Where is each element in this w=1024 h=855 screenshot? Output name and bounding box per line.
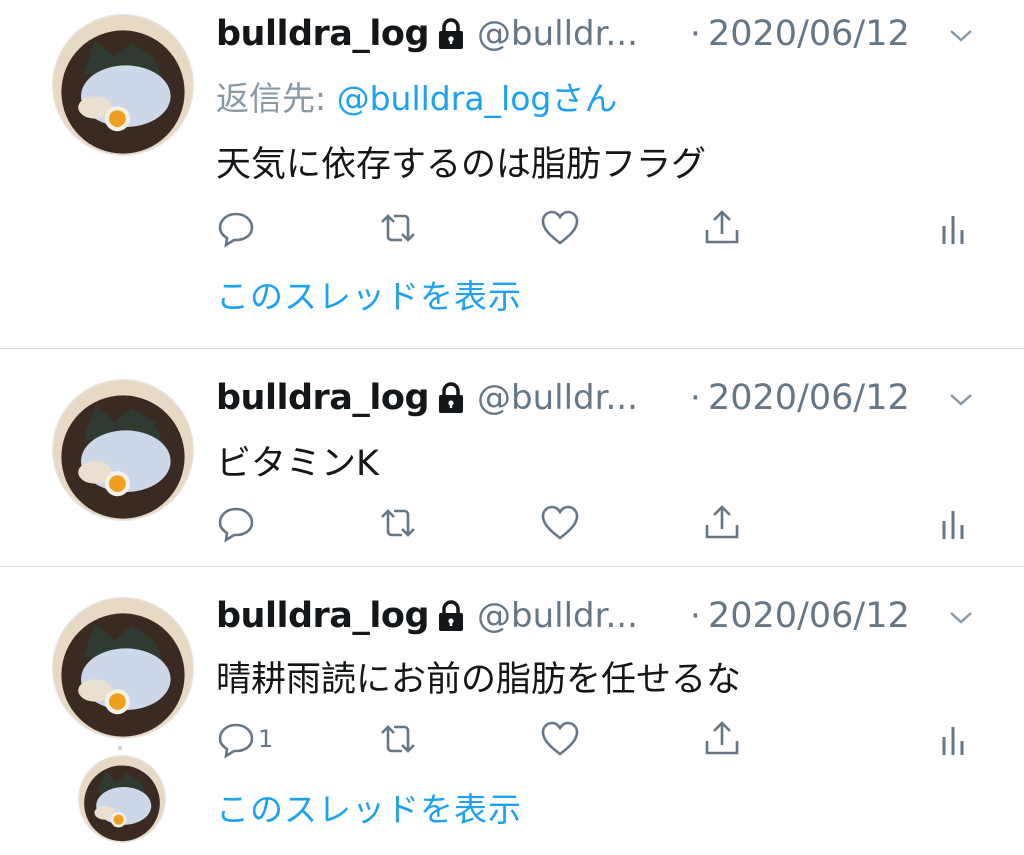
- user-handle[interactable]: @bulldr...: [477, 14, 638, 54]
- thread-avatar[interactable]: [78, 755, 166, 843]
- tweet-date[interactable]: 2020/06/12: [708, 596, 910, 636]
- chevron-down-icon[interactable]: [948, 392, 974, 408]
- like-button[interactable]: [540, 503, 580, 543]
- avatar-image: [53, 598, 193, 738]
- share-button[interactable]: [702, 208, 742, 248]
- reply-button[interactable]: 1: [216, 719, 273, 759]
- reply-to-mention[interactable]: @bulldra_logさん: [337, 79, 618, 118]
- like-button[interactable]: [540, 208, 580, 248]
- display-name[interactable]: bulldra_log: [216, 14, 430, 54]
- retweet-icon: [381, 214, 415, 242]
- analytics-icon: [942, 511, 964, 539]
- tweet-actions: [216, 503, 976, 543]
- tweet-text: 晴耕雨読にお前の脂肪を任せるな: [216, 660, 742, 700]
- show-thread-link[interactable]: このスレッドを表示: [216, 783, 522, 831]
- avatar[interactable]: [52, 379, 194, 521]
- avatar-image: [79, 756, 165, 842]
- retweet-icon: [381, 509, 415, 537]
- lock-icon: [437, 381, 465, 415]
- show-thread-link[interactable]: このスレッドを表示: [216, 270, 522, 318]
- like-icon: [541, 721, 579, 756]
- separator-dot: ·: [690, 378, 701, 418]
- analytics-button[interactable]: [936, 719, 976, 759]
- like-icon: [541, 505, 579, 540]
- display-name[interactable]: bulldra_log: [216, 596, 430, 636]
- like-button[interactable]: [540, 719, 580, 759]
- lock-icon: [437, 599, 465, 633]
- analytics-icon: [942, 216, 964, 244]
- reply-button[interactable]: [216, 503, 258, 543]
- avatar[interactable]: [52, 597, 194, 739]
- tweet-2[interactable]: bulldra_log @bulldr... · 2020/06/12 ビタミン…: [0, 349, 1024, 566]
- reply-to: 返信先: @bulldra_logさん: [216, 72, 617, 120]
- user-handle[interactable]: @bulldr...: [477, 378, 638, 418]
- tweet-actions: [216, 208, 976, 248]
- tweet-actions: 1: [216, 719, 976, 759]
- share-icon: [705, 505, 739, 539]
- retweet-icon: [381, 725, 415, 753]
- retweet-button[interactable]: [378, 503, 418, 543]
- tweet-date[interactable]: 2020/06/12: [708, 14, 910, 54]
- tweet-header: bulldra_log @bulldr...: [216, 596, 638, 636]
- share-button[interactable]: [702, 503, 742, 543]
- analytics-button[interactable]: [936, 503, 976, 543]
- reply-icon: [218, 212, 254, 248]
- tweet-text: ビタミンK: [216, 444, 379, 484]
- share-icon: [705, 721, 739, 755]
- avatar-image: [53, 15, 193, 155]
- tweet-header: bulldra_log @bulldr...: [216, 378, 638, 418]
- tweet-header: bulldra_log @bulldr...: [216, 14, 638, 54]
- separator-dot: ·: [690, 14, 701, 54]
- tweet-3[interactable]: bulldra_log @bulldr... · 2020/06/12 晴耕雨読…: [0, 567, 1024, 855]
- separator-dot: ·: [690, 596, 701, 636]
- avatar-image: [53, 380, 193, 520]
- reply-button[interactable]: [216, 208, 258, 248]
- share-icon: [705, 210, 739, 244]
- user-handle[interactable]: @bulldr...: [477, 596, 638, 636]
- share-button[interactable]: [702, 719, 742, 759]
- analytics-button[interactable]: [936, 208, 976, 248]
- retweet-button[interactable]: [378, 208, 418, 248]
- retweet-button[interactable]: [378, 719, 418, 759]
- reply-to-label: 返信先:: [216, 79, 337, 118]
- display-name[interactable]: bulldra_log: [216, 378, 430, 418]
- reply-icon: [218, 723, 254, 759]
- lock-icon: [437, 17, 465, 51]
- like-icon: [541, 210, 579, 245]
- avatar[interactable]: [52, 14, 194, 156]
- chevron-down-icon[interactable]: [948, 28, 974, 44]
- tweet-1[interactable]: bulldra_log @bulldr... · 2020/06/12 返信先:…: [0, 0, 1024, 348]
- reply-count: 1: [258, 725, 274, 753]
- analytics-icon: [942, 727, 964, 755]
- chevron-down-icon[interactable]: [948, 610, 974, 626]
- reply-icon: [218, 507, 254, 543]
- tweet-text: 天気に依存するのは脂肪フラグ: [216, 145, 707, 185]
- thread-connector: [118, 746, 122, 750]
- tweet-date[interactable]: 2020/06/12: [708, 378, 910, 418]
